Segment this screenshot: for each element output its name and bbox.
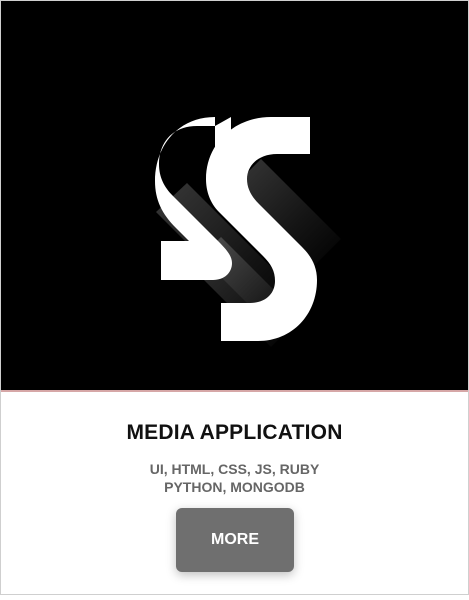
- double-s-logo-icon: [155, 117, 341, 347]
- more-button[interactable]: MORE: [176, 508, 294, 572]
- hero-divider: [1, 390, 468, 392]
- technology-tags-line-1: UI, HTML, CSS, JS, RUBY: [149, 461, 320, 477]
- technology-tags: UI, HTML, CSS, JS, RUBY PYTHON, MONGODB: [1, 460, 468, 496]
- portfolio-card: MEDIA APPLICATION UI, HTML, CSS, JS, RUB…: [0, 0, 469, 595]
- card-title: MEDIA APPLICATION: [126, 421, 343, 444]
- hero-image: [1, 1, 468, 390]
- technology-tags-line-2: PYTHON, MONGODB: [164, 479, 305, 495]
